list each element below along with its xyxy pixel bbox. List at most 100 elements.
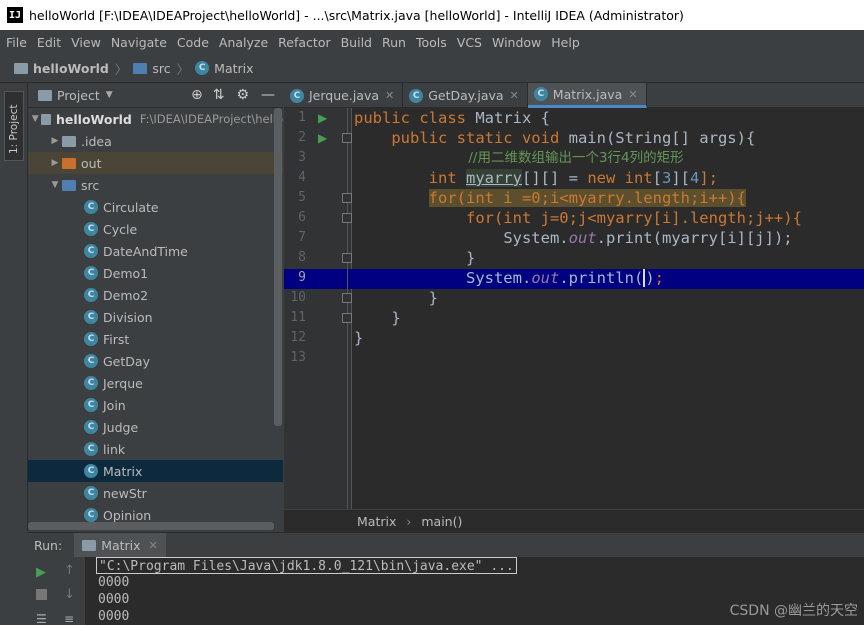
- window-title: helloWorld [F:\IDEA\IDEAProject\helloWor…: [29, 7, 684, 23]
- class-icon: C: [84, 354, 98, 368]
- folder-label: src: [81, 177, 100, 193]
- folder-label: out: [81, 155, 102, 171]
- menu-lines-icon[interactable]: ☰: [36, 612, 47, 625]
- breadcrumb-separator-icon: 〉: [176, 61, 190, 77]
- tree-class-item[interactable]: C First: [28, 328, 283, 350]
- tree-class-item[interactable]: C Circulate: [28, 196, 283, 218]
- tree-class-item[interactable]: C Matrix: [28, 460, 283, 482]
- menu-window[interactable]: Window: [492, 35, 541, 50]
- arrow-down-icon[interactable]: ↓: [64, 587, 75, 602]
- menu-run[interactable]: Run: [382, 35, 406, 50]
- navigation-bar: helloWorld 〉 src 〉 C Matrix: [0, 54, 864, 83]
- project-tool-window-button[interactable]: 1: Project: [4, 91, 24, 161]
- menu-vcs[interactable]: VCS: [457, 35, 482, 50]
- close-icon[interactable]: ✕: [149, 539, 158, 552]
- crumb-class[interactable]: Matrix: [357, 514, 396, 529]
- locate-target-icon[interactable]: ⊕: [191, 87, 203, 103]
- class-icon: C: [84, 288, 98, 302]
- tab-getday[interactable]: C GetDay.java ✕: [403, 83, 528, 108]
- watermark: CSDN @幽兰的天空: [729, 603, 858, 619]
- expand-arrow-icon[interactable]: ▼: [48, 180, 62, 190]
- pause-icon[interactable]: ≡: [64, 612, 74, 625]
- tree-class-item[interactable]: C Join: [28, 394, 283, 416]
- menu-refactor[interactable]: Refactor: [278, 35, 330, 50]
- tree-class-item[interactable]: CnewStr: [28, 482, 283, 504]
- run-config-icon: [82, 539, 97, 551]
- tree-class-item[interactable]: C Demo2: [28, 284, 283, 306]
- gear-icon[interactable]: ⚙: [236, 87, 249, 103]
- stop-icon[interactable]: [36, 589, 47, 600]
- tree-class-item[interactable]: C Judge: [28, 416, 283, 438]
- tab-label: Matrix.java: [552, 86, 623, 102]
- run-panel-header: Run: Matrix ✕: [28, 532, 864, 558]
- rerun-icon[interactable]: ▶: [36, 565, 46, 580]
- class-icon: C: [84, 464, 98, 478]
- tab-matrix[interactable]: C Matrix.java ✕: [527, 83, 647, 108]
- excluded-folder-icon: [62, 157, 76, 169]
- menu-analyze[interactable]: Analyze: [219, 35, 268, 50]
- tree-folder-idea[interactable]: ▶ .idea: [28, 130, 283, 152]
- code-line-7: System.out.print(myarry[i][j]);: [503, 229, 793, 247]
- class-label: Division: [103, 309, 153, 325]
- menu-code[interactable]: Code: [177, 35, 209, 50]
- arrow-up-icon[interactable]: ↑: [64, 563, 75, 578]
- close-icon[interactable]: ✕: [385, 89, 394, 102]
- class-icon: C: [290, 88, 304, 103]
- tab-jerque[interactable]: C Jerque.java ✕: [284, 83, 404, 108]
- tree-root[interactable]: ▼ helloWorld F:\IDEA\IDEAProject\hello: [28, 108, 283, 130]
- expand-arrow-icon[interactable]: ▶: [48, 158, 62, 168]
- breadcrumb-file[interactable]: Matrix: [214, 61, 253, 76]
- menu-edit[interactable]: Edit: [37, 35, 61, 50]
- menu-view[interactable]: View: [71, 35, 101, 50]
- fold-marker-icon[interactable]: [342, 253, 352, 263]
- tree-folder-src[interactable]: ▼ src: [28, 174, 283, 196]
- project-view-selector[interactable]: Project: [57, 88, 100, 103]
- fold-marker-icon[interactable]: [342, 193, 352, 203]
- crumb-method[interactable]: main(): [421, 514, 462, 529]
- folder-icon: [62, 135, 76, 147]
- tree-class-item[interactable]: C Demo1: [28, 262, 283, 284]
- fold-marker-icon[interactable]: [342, 213, 352, 223]
- folder-label: .idea: [81, 133, 112, 149]
- menu-build[interactable]: Build: [341, 35, 372, 50]
- collapse-all-icon[interactable]: ⇅: [213, 87, 225, 103]
- class-icon: C: [84, 266, 98, 280]
- project-folder-icon: [14, 62, 28, 74]
- tree-horizontal-scrollbar[interactable]: [28, 522, 274, 530]
- tree-class-item[interactable]: C Division: [28, 306, 283, 328]
- hide-panel-icon[interactable]: —: [261, 87, 275, 103]
- run-config-tab[interactable]: Matrix ✕: [74, 532, 166, 558]
- line-number: 6: [298, 210, 306, 225]
- code-line-11: }: [391, 309, 401, 327]
- tree-class-item[interactable]: Clink: [28, 438, 283, 460]
- tree-class-item[interactable]: C Cycle: [28, 218, 283, 240]
- tree-class-item[interactable]: C DateAndTime: [28, 240, 283, 262]
- chevron-down-icon[interactable]: ▼: [106, 90, 113, 100]
- expand-arrow-icon[interactable]: ▼: [30, 114, 41, 124]
- tree-class-item[interactable]: C GetDay: [28, 350, 283, 372]
- line-number: 5: [298, 190, 306, 205]
- close-icon[interactable]: ✕: [510, 89, 519, 102]
- breadcrumb-project[interactable]: helloWorld: [33, 61, 109, 76]
- line-number: 9: [298, 270, 306, 285]
- menu-file[interactable]: File: [6, 35, 27, 50]
- menu-help[interactable]: Help: [551, 35, 580, 50]
- close-icon[interactable]: ✕: [628, 88, 637, 101]
- fold-marker-icon[interactable]: [342, 293, 352, 303]
- expand-arrow-icon[interactable]: ▶: [48, 136, 62, 146]
- tree-scrollbar[interactable]: [274, 108, 282, 426]
- fold-marker-icon[interactable]: [342, 313, 352, 323]
- run-class-icon[interactable]: ▶: [318, 111, 327, 125]
- breadcrumb-folder[interactable]: src: [152, 61, 170, 76]
- menu-navigate[interactable]: Navigate: [111, 35, 167, 50]
- class-icon: C: [533, 87, 548, 101]
- tree-folder-out[interactable]: ▶ out: [28, 152, 283, 174]
- console-line: 0000: [98, 592, 130, 607]
- code-line-6: for(int j=0;j<myarry[i].length;j++){: [465, 209, 802, 227]
- menu-tools[interactable]: Tools: [416, 35, 447, 50]
- code-line-12: }: [354, 329, 364, 347]
- tree-class-item[interactable]: C Jerque: [28, 372, 283, 394]
- run-main-icon[interactable]: ▶: [318, 131, 327, 145]
- class-icon: C: [84, 486, 98, 500]
- fold-marker-icon[interactable]: [342, 133, 352, 143]
